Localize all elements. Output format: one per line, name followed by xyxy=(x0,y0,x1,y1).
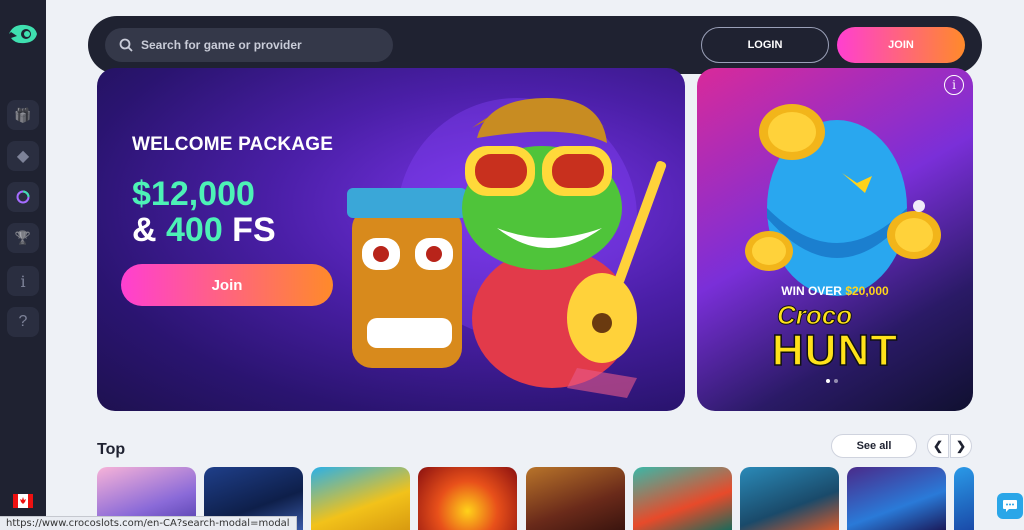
login-button[interactable]: LOGIN xyxy=(701,27,829,63)
game-tile[interactable] xyxy=(847,467,946,530)
free-spins-suffix: FS xyxy=(222,211,276,249)
see-all-button[interactable]: See all xyxy=(831,434,917,458)
gift-icon[interactable]: 🎁 xyxy=(7,100,39,130)
top-bar: Search for game or provider LOGIN JOIN xyxy=(88,16,982,74)
diamond-icon[interactable]: ◆ xyxy=(7,141,39,171)
info-icon[interactable]: i xyxy=(7,266,39,296)
game-tile[interactable] xyxy=(740,467,839,530)
game-tile[interactable] xyxy=(311,467,410,530)
hero-join-button[interactable]: Join xyxy=(121,264,333,306)
trophy-icon[interactable]: 🏆 xyxy=(7,223,39,253)
canada-flag-icon[interactable] xyxy=(13,494,33,508)
welcome-banner[interactable]: WELCOME PACKAGE $12,000 & 400 FS Join xyxy=(97,68,685,411)
hunt-title: HUNT xyxy=(771,325,899,376)
game-tile[interactable] xyxy=(418,467,517,530)
game-tile[interactable] xyxy=(633,467,732,530)
help-icon[interactable]: ? xyxy=(7,307,39,337)
free-spins: & 400 FS xyxy=(132,212,276,248)
chat-button[interactable] xyxy=(997,493,1023,519)
free-spins-count: 400 xyxy=(166,211,223,249)
search-icon xyxy=(119,38,133,52)
welcome-title: WELCOME PACKAGE xyxy=(132,134,334,155)
wheel-glyph xyxy=(16,190,30,204)
status-bar-url: https://www.crocoslots.com/en-CA?search-… xyxy=(0,516,297,530)
info-icon[interactable]: i xyxy=(944,75,964,95)
win-over-amount: $20,000 xyxy=(845,284,889,298)
sidebar: 🎁 ◆ 🏆 i ? xyxy=(0,0,46,530)
croco-logo[interactable] xyxy=(7,22,39,46)
game-tile[interactable] xyxy=(954,467,974,530)
carousel-dot[interactable] xyxy=(826,379,830,383)
carousel-dots xyxy=(826,379,838,383)
search-placeholder: Search for game or provider xyxy=(141,38,302,52)
search-input[interactable]: Search for game or provider xyxy=(105,28,393,62)
win-over-prefix: WIN OVER xyxy=(781,284,846,298)
win-over-text: WIN OVER $20,000 xyxy=(697,284,973,298)
prev-arrow-icon[interactable]: ❮ xyxy=(927,434,949,458)
section-title: Top xyxy=(97,441,126,458)
croco-hunt-banner[interactable]: i WIN OVER $20,000 Croco HUNT xyxy=(697,68,973,411)
bonus-amount: $12,000 xyxy=(132,175,255,213)
free-spins-prefix: & xyxy=(132,211,166,249)
chat-icon xyxy=(1003,500,1017,512)
game-tile[interactable] xyxy=(526,467,625,530)
frog-mascot-illustration xyxy=(347,98,667,398)
next-arrow-icon[interactable]: ❯ xyxy=(950,434,972,458)
join-button[interactable]: JOIN xyxy=(837,27,965,63)
carousel-dot[interactable] xyxy=(834,379,838,383)
wheel-icon[interactable] xyxy=(7,182,39,212)
